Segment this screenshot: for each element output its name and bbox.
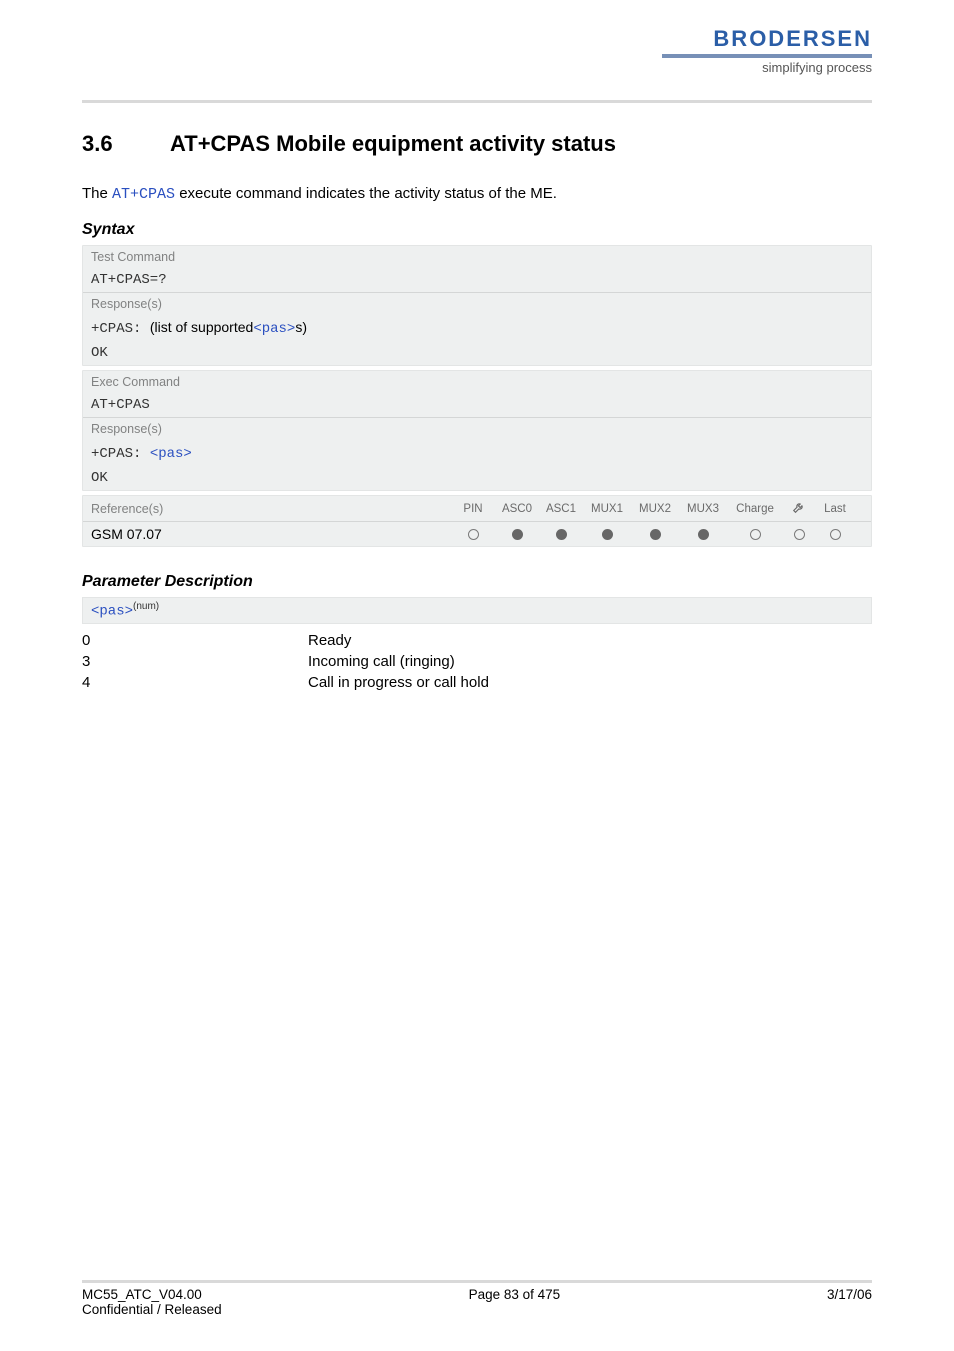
param-val: Call in progress or call hold (308, 672, 872, 693)
footer-classification: Confidential / Released (82, 1302, 872, 1317)
param-val: Incoming call (ringing) (308, 651, 872, 672)
reference-value-row: GSM 07.07 (83, 521, 871, 546)
brand-name: BRODERSEN (662, 28, 872, 50)
footer-date: 3/17/06 (827, 1287, 872, 1302)
col-pin: PIN (463, 503, 482, 515)
page-footer: MC55_ATC_V04.00 Page 83 of 475 3/17/06 C… (82, 1280, 872, 1317)
reference-value: GSM 07.07 (91, 526, 451, 542)
brand-logo: BRODERSEN simplifying process (662, 28, 872, 75)
test-command-label: Test Command (83, 246, 871, 268)
param-key: 4 (82, 672, 308, 693)
col-charge: Charge (736, 503, 774, 515)
param-sup: (num) (133, 601, 159, 612)
param-row: 3 Incoming call (ringing) (82, 651, 872, 672)
test-response-line: +CPAS: (list of supported<pas>s) (83, 315, 871, 341)
reference-columns: PIN ASC0 ASC1 MUX1 MUX2 MUX3 Charge Last (451, 500, 863, 517)
param-key: 3 (82, 651, 308, 672)
param-heading: Parameter Description (82, 573, 872, 591)
exec-command-block: Exec Command AT+CPAS Response(s) +CPAS: … (82, 370, 872, 491)
param-val: Ready (308, 630, 872, 651)
dot-charge (750, 529, 761, 540)
test-response-param: <pas> (253, 321, 295, 337)
param-key: 0 (82, 630, 308, 651)
param-table: 0 Ready 3 Incoming call (ringing) 4 Call… (82, 630, 872, 693)
intro-text: The AT+CPAS execute command indicates th… (82, 185, 872, 203)
footer-page: Page 83 of 475 (469, 1287, 561, 1302)
param-row: 4 Call in progress or call hold (82, 672, 872, 693)
dot-wrench (794, 529, 805, 540)
wrench-icon (792, 500, 806, 517)
col-mux2: MUX2 (639, 503, 671, 515)
test-response-label: Response(s) (83, 292, 871, 315)
brand-tagline: simplifying process (662, 60, 872, 75)
dot-asc0 (512, 529, 523, 540)
param-name: <pas> (91, 604, 133, 620)
exec-response-label: Response(s) (83, 417, 871, 440)
dot-pin (468, 529, 479, 540)
col-asc0: ASC0 (502, 503, 532, 515)
param-row: 0 Ready (82, 630, 872, 651)
dot-last (830, 529, 841, 540)
header-divider (82, 100, 872, 103)
col-asc1: ASC1 (546, 503, 576, 515)
col-mux3: MUX3 (687, 503, 719, 515)
dot-mux2 (650, 529, 661, 540)
footer-divider (82, 1280, 872, 1283)
exec-response-line: +CPAS: <pas> (83, 440, 871, 466)
footer-doc-id: MC55_ATC_V04.00 (82, 1287, 202, 1302)
section-title: AT+CPAS Mobile equipment activity status (170, 131, 616, 156)
exec-command-value: AT+CPAS (83, 393, 871, 417)
section-heading: 3.6AT+CPAS Mobile equipment activity sta… (82, 131, 872, 157)
col-mux1: MUX1 (591, 503, 623, 515)
test-response-ok: OK (83, 341, 871, 365)
syntax-heading: Syntax (82, 221, 872, 239)
dot-mux1 (602, 529, 613, 540)
exec-response-ok: OK (83, 466, 871, 490)
reference-dots (451, 529, 863, 540)
col-last: Last (824, 503, 846, 515)
reference-label: Reference(s) (91, 502, 451, 516)
intro-command: AT+CPAS (112, 186, 175, 203)
reference-header-row: Reference(s) PIN ASC0 ASC1 MUX1 MUX2 MUX… (83, 496, 871, 521)
param-name-row: <pas>(num) (82, 597, 872, 624)
exec-response-param: <pas> (150, 446, 192, 462)
dot-asc1 (556, 529, 567, 540)
dot-mux3 (698, 529, 709, 540)
test-command-block: Test Command AT+CPAS=? Response(s) +CPAS… (82, 245, 872, 366)
test-command-value: AT+CPAS=? (83, 268, 871, 292)
reference-block: Reference(s) PIN ASC0 ASC1 MUX1 MUX2 MUX… (82, 495, 872, 547)
exec-command-label: Exec Command (83, 371, 871, 393)
section-number: 3.6 (82, 131, 170, 157)
brand-rule (662, 54, 872, 58)
